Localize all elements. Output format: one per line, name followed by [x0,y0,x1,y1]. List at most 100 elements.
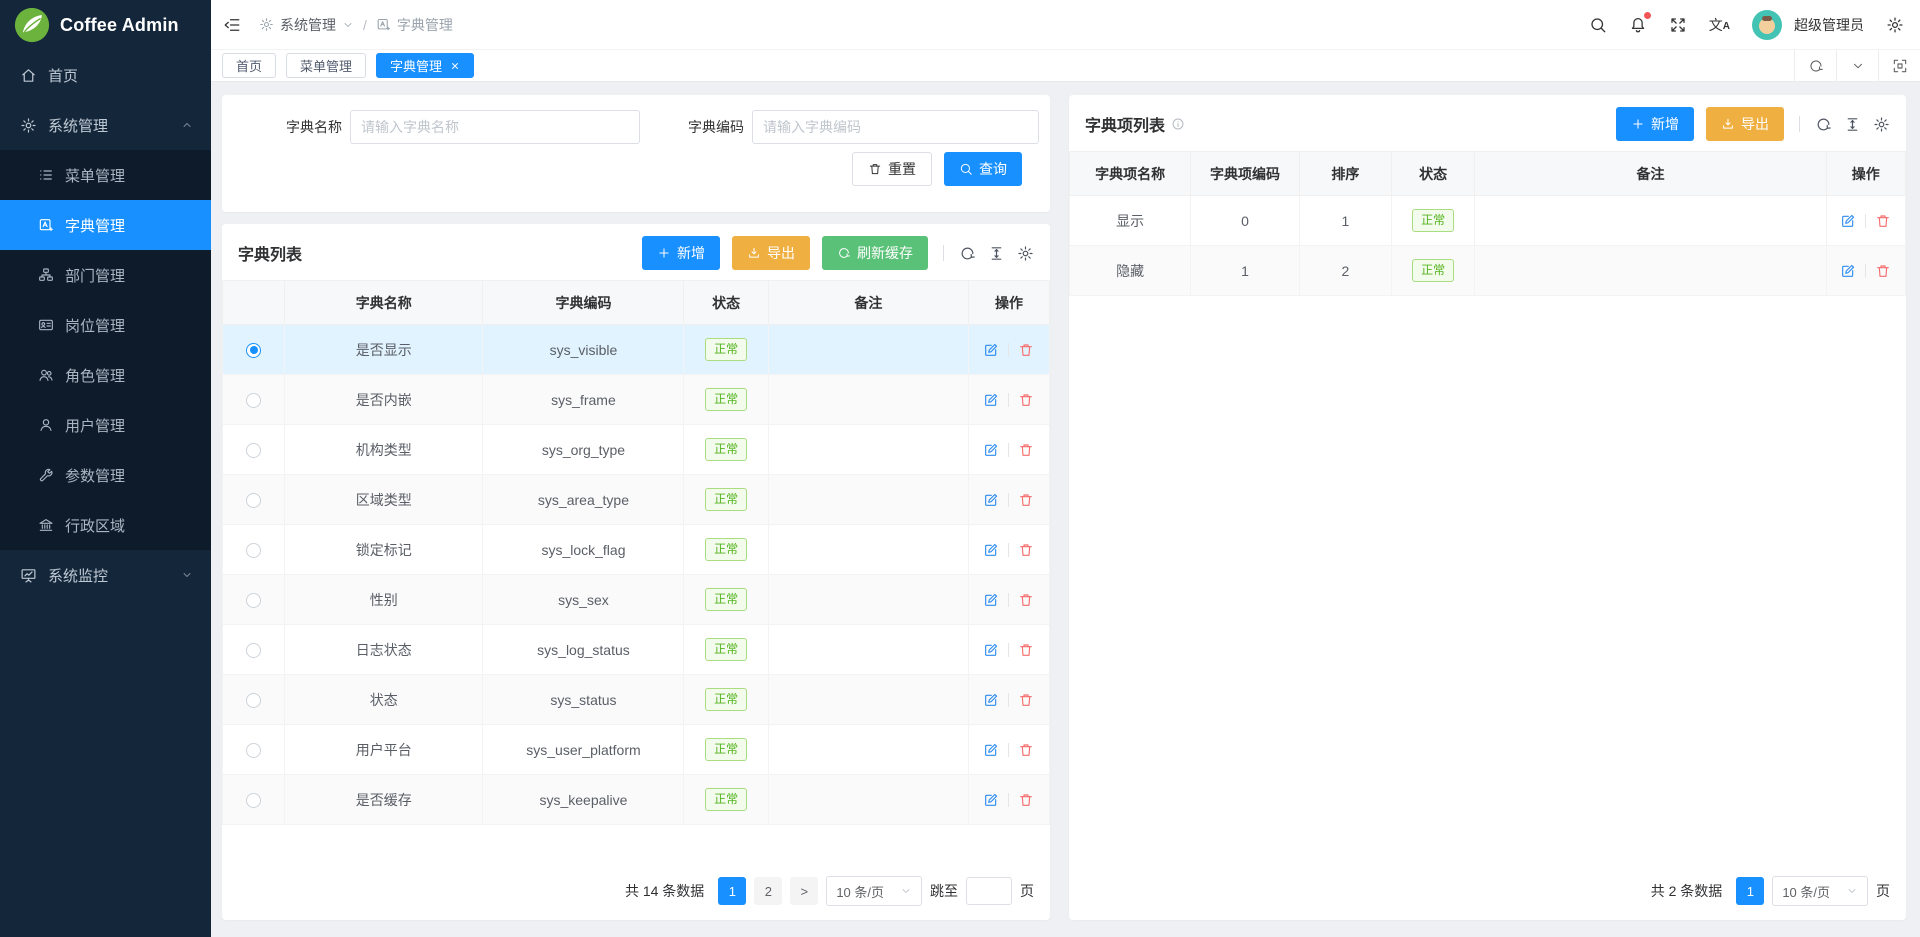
col-status: 状态 [1391,152,1475,196]
edit-icon[interactable] [1840,263,1856,279]
row-radio[interactable] [246,793,261,808]
table-row[interactable]: 是否显示 sys_visible 正常 [223,325,1050,375]
edit-icon[interactable] [983,742,999,758]
export-items-button[interactable]: 导出 [1706,107,1784,141]
delete-icon[interactable] [1875,263,1891,279]
edit-icon[interactable] [983,392,999,408]
sidebar-item-menu-mgmt[interactable]: 菜单管理 [0,150,211,200]
dict-name-input[interactable] [350,110,640,144]
refresh-cache-button[interactable]: 刷新缓存 [822,236,928,270]
delete-icon[interactable] [1018,342,1034,358]
delete-icon[interactable] [1018,392,1034,408]
page-size-select[interactable]: 10 条/页 [826,876,922,906]
user-avatar[interactable] [1752,10,1782,40]
app-logo[interactable]: Coffee Admin [0,0,211,50]
sidebar-item-user-mgmt[interactable]: 用户管理 [0,400,211,450]
sidebar-item-home[interactable]: 首页 [0,50,211,100]
edit-icon[interactable] [983,692,999,708]
search-button[interactable] [1589,16,1607,34]
row-radio[interactable] [246,643,261,658]
table-row[interactable]: 是否缓存 sys_keepalive 正常 [223,775,1050,825]
reset-button[interactable]: 重置 [852,152,932,186]
sidebar-item-param-mgmt[interactable]: 参数管理 [0,450,211,500]
row-radio[interactable] [246,393,261,408]
row-radio[interactable] [246,443,261,458]
table-row[interactable]: 显示 0 1 正常 [1070,196,1906,246]
edit-icon[interactable] [983,542,999,558]
app-title: Coffee Admin [60,15,179,36]
sidebar-item-monitor[interactable]: 系统监控 [0,550,211,600]
delete-icon[interactable] [1018,542,1034,558]
row-density-button[interactable] [1844,116,1861,133]
notifications-button[interactable] [1629,16,1647,34]
edit-icon[interactable] [983,442,999,458]
sidebar-item-dict-mgmt[interactable]: 字典管理 [0,200,211,250]
edit-icon[interactable] [1840,213,1856,229]
tab-menu-mgmt[interactable]: 菜单管理 [286,53,366,78]
table-row[interactable]: 机构类型 sys_org_type 正常 [223,425,1050,475]
delete-icon[interactable] [1875,213,1891,229]
export-dict-button[interactable]: 导出 [732,236,810,270]
reload-table-button[interactable] [959,245,976,262]
tab-options-button[interactable] [1836,50,1878,81]
edit-icon[interactable] [983,342,999,358]
table-row[interactable]: 区域类型 sys_area_type 正常 [223,475,1050,525]
row-radio[interactable] [246,343,261,358]
breadcrumb-item-system[interactable]: 系统管理 [259,15,354,35]
dict-code-input[interactable] [752,110,1039,144]
search-icon [959,162,973,176]
delete-icon[interactable] [1018,592,1034,608]
query-button[interactable]: 查询 [944,152,1022,186]
page-size-select[interactable]: 10 条/页 [1772,876,1868,906]
table-row[interactable]: 性别 sys_sex 正常 [223,575,1050,625]
fullscreen-button[interactable] [1669,16,1687,34]
tab-dict-mgmt[interactable]: 字典管理 [376,53,474,78]
edit-icon[interactable] [983,492,999,508]
edit-icon[interactable] [983,792,999,808]
add-dict-button[interactable]: 新增 [642,236,720,270]
table-row[interactable]: 是否内嵌 sys_frame 正常 [223,375,1050,425]
row-radio[interactable] [246,543,261,558]
breadcrumb-item-dict[interactable]: 字典管理 [376,15,453,35]
row-radio[interactable] [246,493,261,508]
tab-home[interactable]: 首页 [222,53,276,78]
language-button[interactable]: 文A [1709,18,1730,32]
sidebar-item-region[interactable]: 行政区域 [0,500,211,550]
delete-icon[interactable] [1018,642,1034,658]
edit-icon[interactable] [983,642,999,658]
sidebar-item-post-mgmt[interactable]: 岗位管理 [0,300,211,350]
table-row[interactable]: 日志状态 sys_log_status 正常 [223,625,1050,675]
add-item-button[interactable]: 新增 [1616,107,1694,141]
delete-icon[interactable] [1018,742,1034,758]
next-page-button[interactable]: > [790,877,818,905]
table-row[interactable]: 状态 sys_status 正常 [223,675,1050,725]
content-fullscreen-button[interactable] [1878,50,1920,81]
row-density-button[interactable] [988,245,1005,262]
page-2-button[interactable]: 2 [754,877,782,905]
sidebar-item-system[interactable]: 系统管理 [0,100,211,150]
sidebar-item-role-mgmt[interactable]: 角色管理 [0,350,211,400]
edit-icon[interactable] [983,592,999,608]
sidebar-collapse-button[interactable] [223,16,241,34]
table-row[interactable]: 隐藏 1 2 正常 [1070,246,1906,296]
page-1-button[interactable]: 1 [1736,877,1764,905]
tab-close-icon[interactable] [450,61,460,71]
reload-table-button[interactable] [1815,116,1832,133]
row-radio[interactable] [246,743,261,758]
table-settings-button[interactable] [1873,116,1890,133]
table-settings-button[interactable] [1017,245,1034,262]
settings-button[interactable] [1886,16,1904,34]
row-radio[interactable] [246,693,261,708]
page-1-button[interactable]: 1 [718,877,746,905]
delete-icon[interactable] [1018,442,1034,458]
table-row[interactable]: 锁定标记 sys_lock_flag 正常 [223,525,1050,575]
delete-icon[interactable] [1018,492,1034,508]
jump-page-input[interactable] [966,877,1012,905]
table-row[interactable]: 用户平台 sys_user_platform 正常 [223,725,1050,775]
refresh-page-button[interactable] [1794,50,1836,81]
delete-icon[interactable] [1018,792,1034,808]
username[interactable]: 超级管理员 [1794,15,1864,35]
row-radio[interactable] [246,593,261,608]
sidebar-item-dept-mgmt[interactable]: 部门管理 [0,250,211,300]
delete-icon[interactable] [1018,692,1034,708]
